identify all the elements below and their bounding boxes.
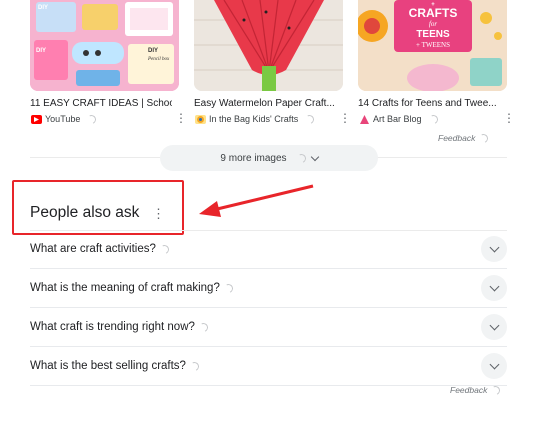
loading-spinner-icon bbox=[222, 282, 235, 294]
expand-button[interactable] bbox=[481, 314, 507, 340]
paa-question: What is the meaning of craft making? bbox=[30, 282, 235, 294]
svg-text:DIY: DIY bbox=[148, 48, 158, 54]
youtube-icon bbox=[31, 114, 42, 124]
more-vert-icon[interactable]: ⋮ bbox=[503, 112, 515, 124]
source-label: YouTube bbox=[45, 114, 81, 124]
image-card-source[interactable]: In the Bag Kids' Crafts bbox=[195, 113, 316, 125]
image-card-source[interactable]: Art Bar Blog bbox=[359, 113, 439, 125]
loading-spinner-icon bbox=[188, 360, 201, 372]
loading-spinner-icon bbox=[158, 243, 171, 255]
svg-text:Pencil box: Pencil box bbox=[147, 57, 170, 62]
teens-crafts-thumbnail-art: + CRAFTS for TEENS + TWEENS bbox=[358, 0, 507, 91]
feedback-link[interactable]: Feedback bbox=[450, 384, 502, 396]
svg-text:DIY: DIY bbox=[38, 5, 48, 11]
paa-question-text: What craft is trending right now? bbox=[30, 321, 195, 333]
source-label: In the Bag Kids' Crafts bbox=[209, 114, 299, 124]
paa-question-text: What is the meaning of craft making? bbox=[30, 282, 220, 294]
loading-spinner-icon bbox=[490, 384, 502, 396]
image-card-title[interactable]: 11 EASY CRAFT IDEAS | Schoo... bbox=[30, 98, 172, 109]
feedback-label: Feedback bbox=[438, 133, 476, 143]
source-label: Art Bar Blog bbox=[373, 114, 422, 124]
more-images-button[interactable]: 9 more images bbox=[160, 145, 378, 171]
loading-spinner-icon bbox=[303, 113, 316, 125]
chevron-down-icon bbox=[489, 320, 499, 331]
image-card-title[interactable]: Easy Watermelon Paper Craft... bbox=[194, 98, 336, 109]
in-the-bag-icon bbox=[195, 114, 206, 124]
art-bar-icon bbox=[359, 114, 370, 124]
craft-ideas-thumbnail-art: DIY DIY Pencil box DIY bbox=[30, 0, 179, 91]
more-images-label: 9 more images bbox=[220, 152, 287, 164]
paa-question: What is the best selling crafts? bbox=[30, 360, 201, 372]
feedback-label: Feedback bbox=[450, 385, 488, 395]
image-thumbnail-3[interactable]: + CRAFTS for TEENS + TWEENS bbox=[358, 0, 507, 91]
paa-question-row[interactable]: What is the best selling crafts? bbox=[30, 347, 507, 386]
expand-button[interactable] bbox=[481, 275, 507, 301]
svg-text:DIY: DIY bbox=[36, 48, 46, 54]
image-card-source[interactable]: YouTube bbox=[31, 113, 98, 125]
loading-spinner-icon bbox=[295, 152, 307, 164]
more-vert-icon[interactable]: ⋮ bbox=[339, 112, 351, 124]
loading-spinner-icon bbox=[86, 113, 98, 125]
svg-text:CRAFTS: CRAFTS bbox=[409, 6, 458, 20]
svg-text:TEENS: TEENS bbox=[416, 29, 450, 40]
more-vert-icon[interactable]: ⋮ bbox=[152, 207, 165, 220]
expand-button[interactable] bbox=[481, 353, 507, 379]
paa-question-row[interactable]: What is the meaning of craft making? bbox=[30, 269, 507, 308]
annotation-arrow bbox=[199, 184, 314, 217]
chevron-down-icon bbox=[489, 281, 499, 292]
svg-text:for: for bbox=[429, 20, 437, 28]
image-card-title[interactable]: 14 Crafts for Teens and Twee... bbox=[358, 98, 500, 109]
chevron-down-icon bbox=[310, 152, 319, 161]
feedback-link[interactable]: Feedback bbox=[438, 132, 490, 144]
people-also-ask-heading: People also ask bbox=[30, 204, 140, 221]
svg-text:+ TWEENS: + TWEENS bbox=[416, 41, 450, 49]
paa-question: What are craft activities? bbox=[30, 243, 171, 255]
chevron-down-icon bbox=[489, 359, 499, 370]
loading-spinner-icon bbox=[478, 132, 490, 144]
chevron-down-icon bbox=[489, 242, 499, 253]
paa-question-row[interactable]: What craft is trending right now? bbox=[30, 308, 507, 347]
image-thumbnail-2[interactable] bbox=[194, 0, 343, 91]
image-thumbnail-1[interactable]: DIY DIY Pencil box DIY bbox=[30, 0, 179, 91]
watermelon-fan-thumbnail-art bbox=[194, 0, 343, 91]
expand-button[interactable] bbox=[481, 236, 507, 262]
paa-question: What craft is trending right now? bbox=[30, 321, 210, 333]
paa-question-row[interactable]: What are craft activities? bbox=[30, 230, 507, 269]
paa-question-text: What are craft activities? bbox=[30, 243, 156, 255]
paa-question-text: What is the best selling crafts? bbox=[30, 360, 186, 372]
more-vert-icon[interactable]: ⋮ bbox=[175, 112, 187, 124]
loading-spinner-icon bbox=[427, 113, 439, 125]
loading-spinner-icon bbox=[197, 321, 210, 333]
